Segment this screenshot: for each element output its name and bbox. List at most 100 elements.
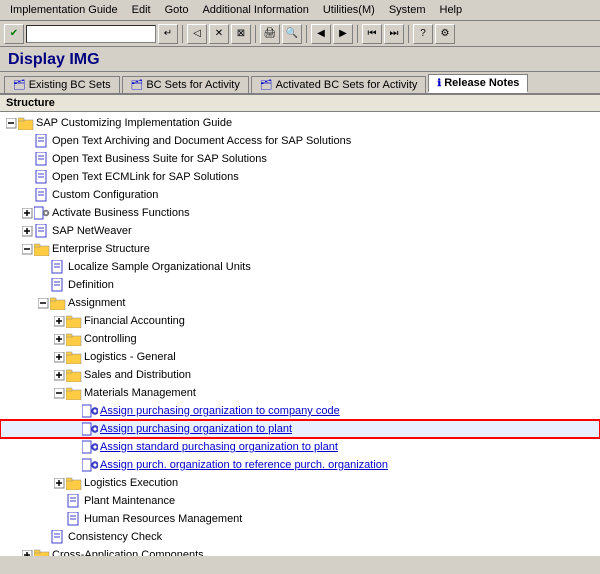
node-label-2: Open Text Archiving and Document Access … — [52, 133, 351, 149]
bc-activity-icon: 🗂 — [131, 80, 144, 91]
print-button[interactable]: 🖨 — [260, 24, 280, 44]
tree-node-25[interactable]: Cross-Application Components — [0, 546, 600, 556]
node-label-19[interactable]: Assign standard purchasing organization … — [100, 439, 338, 455]
menu-system[interactable]: System — [383, 2, 432, 18]
node-icon-task-20 — [82, 458, 98, 472]
menu-additional-info[interactable]: Additional Information — [196, 2, 314, 18]
node-icon-doc-3 — [34, 152, 50, 166]
node-icon-gear-doc-6 — [34, 206, 50, 220]
node-icon-folder-15 — [66, 368, 82, 382]
tree-expander-15[interactable] — [52, 368, 66, 382]
separator-4 — [357, 25, 358, 43]
node-icon-doc-23 — [66, 512, 82, 526]
node-label-17[interactable]: Assign purchasing organization to compan… — [100, 403, 340, 419]
tree-node-16[interactable]: Materials Management — [0, 384, 600, 402]
tree-node-6[interactable]: Activate Business Functions — [0, 204, 600, 222]
tree-expander-2[interactable] — [20, 134, 34, 148]
tab-existing-bc-sets[interactable]: 🗂 Existing BC Sets — [4, 76, 120, 93]
find-button[interactable]: 🔍 — [282, 24, 302, 44]
tree-node-18[interactable]: Assign purchasing organization to plant — [0, 420, 600, 438]
tree-node-5[interactable]: Custom Configuration — [0, 186, 600, 204]
tab-activated-bc-sets[interactable]: 🗂 Activated BC Sets for Activity — [251, 76, 427, 93]
tree-node-24[interactable]: Consistency Check — [0, 528, 600, 546]
command-field[interactable] — [26, 25, 156, 43]
tree-node-20[interactable]: Assign purch. organization to reference … — [0, 456, 600, 474]
menu-goto[interactable]: Goto — [159, 2, 195, 18]
tab-release-notes[interactable]: ℹ Release Notes — [428, 74, 528, 93]
tree-expander-4[interactable] — [20, 170, 34, 184]
tree-expander-8[interactable] — [20, 242, 34, 256]
tree-node-4[interactable]: Open Text ECMLink for SAP Solutions — [0, 168, 600, 186]
node-icon-doc-5 — [34, 188, 50, 202]
tree-expander-6[interactable] — [20, 206, 34, 220]
tree-node-13[interactable]: Controlling — [0, 330, 600, 348]
node-label-15: Sales and Distribution — [84, 367, 191, 383]
tree-node-10[interactable]: Definition — [0, 276, 600, 294]
tree-node-23[interactable]: Human Resources Management — [0, 510, 600, 528]
tree-node-8[interactable]: Enterprise Structure — [0, 240, 600, 258]
enter-button[interactable]: ↵ — [158, 24, 178, 44]
node-label-20[interactable]: Assign purch. organization to reference … — [100, 457, 388, 473]
tree-expander-19[interactable] — [68, 440, 82, 454]
tree-expander-5[interactable] — [20, 188, 34, 202]
tree-node-14[interactable]: Logistics - General — [0, 348, 600, 366]
tree-expander-22[interactable] — [52, 494, 66, 508]
tree-node-21[interactable]: Logistics Execution — [0, 474, 600, 492]
tree-area[interactable]: SAP Customizing Implementation Guide Open… — [0, 112, 600, 556]
menu-help[interactable]: Help — [434, 2, 469, 18]
tree-expander-14[interactable] — [52, 350, 66, 364]
settings-button[interactable]: ⚙ — [435, 24, 455, 44]
tree-expander-7[interactable] — [20, 224, 34, 238]
tree-node-12[interactable]: Financial Accounting — [0, 312, 600, 330]
tree-node-19[interactable]: Assign standard purchasing organization … — [0, 438, 600, 456]
tree-expander-1[interactable] — [4, 116, 18, 130]
prev-button[interactable]: ◀ — [311, 24, 331, 44]
menu-implementation-guide[interactable]: Implementation Guide — [4, 2, 124, 18]
save-button[interactable]: ✔ — [4, 24, 24, 44]
tree-expander-11[interactable] — [36, 296, 50, 310]
node-label-1: SAP Customizing Implementation Guide — [36, 115, 232, 131]
tree-node-11[interactable]: Assignment — [0, 294, 600, 312]
tree-expander-9[interactable] — [36, 260, 50, 274]
tree-expander-21[interactable] — [52, 476, 66, 490]
tree-node-2[interactable]: Open Text Archiving and Document Access … — [0, 132, 600, 150]
tree-node-1[interactable]: SAP Customizing Implementation Guide — [0, 114, 600, 132]
tree-expander-12[interactable] — [52, 314, 66, 328]
tree-expander-18[interactable] — [68, 422, 82, 436]
tab-bc-sets-activity[interactable]: 🗂 BC Sets for Activity — [122, 76, 249, 93]
tree-expander-24[interactable] — [36, 530, 50, 544]
tree-node-22[interactable]: Plant Maintenance — [0, 492, 600, 510]
tree-expander-3[interactable] — [20, 152, 34, 166]
bc-activated-icon: 🗂 — [260, 80, 273, 91]
tree-node-3[interactable]: Open Text Business Suite for SAP Solutio… — [0, 150, 600, 168]
tree-expander-25[interactable] — [20, 548, 34, 556]
last-button[interactable]: ⏭ — [384, 24, 404, 44]
first-button[interactable]: ⏮ — [362, 24, 382, 44]
tree-node-9[interactable]: Localize Sample Organizational Units — [0, 258, 600, 276]
help-button[interactable]: ? — [413, 24, 433, 44]
node-label-22: Plant Maintenance — [84, 493, 175, 509]
menu-utilities[interactable]: Utilities(M) — [317, 2, 381, 18]
menu-edit[interactable]: Edit — [126, 2, 157, 18]
node-label-3: Open Text Business Suite for SAP Solutio… — [52, 151, 267, 167]
cancel-button[interactable]: ⊠ — [231, 24, 251, 44]
next-button[interactable]: ▶ — [333, 24, 353, 44]
tree-expander-16[interactable] — [52, 386, 66, 400]
exit-button[interactable]: ✕ — [209, 24, 229, 44]
tree-expander-13[interactable] — [52, 332, 66, 346]
node-icon-folder-21 — [66, 476, 82, 490]
tree-expander-20[interactable] — [68, 458, 82, 472]
tab-bar: 🗂 Existing BC Sets 🗂 BC Sets for Activit… — [0, 72, 600, 95]
tree-expander-10[interactable] — [36, 278, 50, 292]
tree-node-17[interactable]: Assign purchasing organization to compan… — [0, 402, 600, 420]
tree-node-15[interactable]: Sales and Distribution — [0, 366, 600, 384]
back-button[interactable]: ◁ — [187, 24, 207, 44]
tree-expander-23[interactable] — [52, 512, 66, 526]
toolbar: ✔ ↵ ◁ ✕ ⊠ 🖨 🔍 ◀ ▶ ⏮ ⏭ ? ⚙ — [0, 21, 600, 47]
node-label-10: Definition — [68, 277, 114, 293]
node-label-25: Cross-Application Components — [52, 547, 204, 556]
tree-expander-17[interactable] — [68, 404, 82, 418]
tree-node-7[interactable]: SAP NetWeaver — [0, 222, 600, 240]
node-label-5: Custom Configuration — [52, 187, 158, 203]
node-label-18[interactable]: Assign purchasing organization to plant — [100, 421, 292, 437]
